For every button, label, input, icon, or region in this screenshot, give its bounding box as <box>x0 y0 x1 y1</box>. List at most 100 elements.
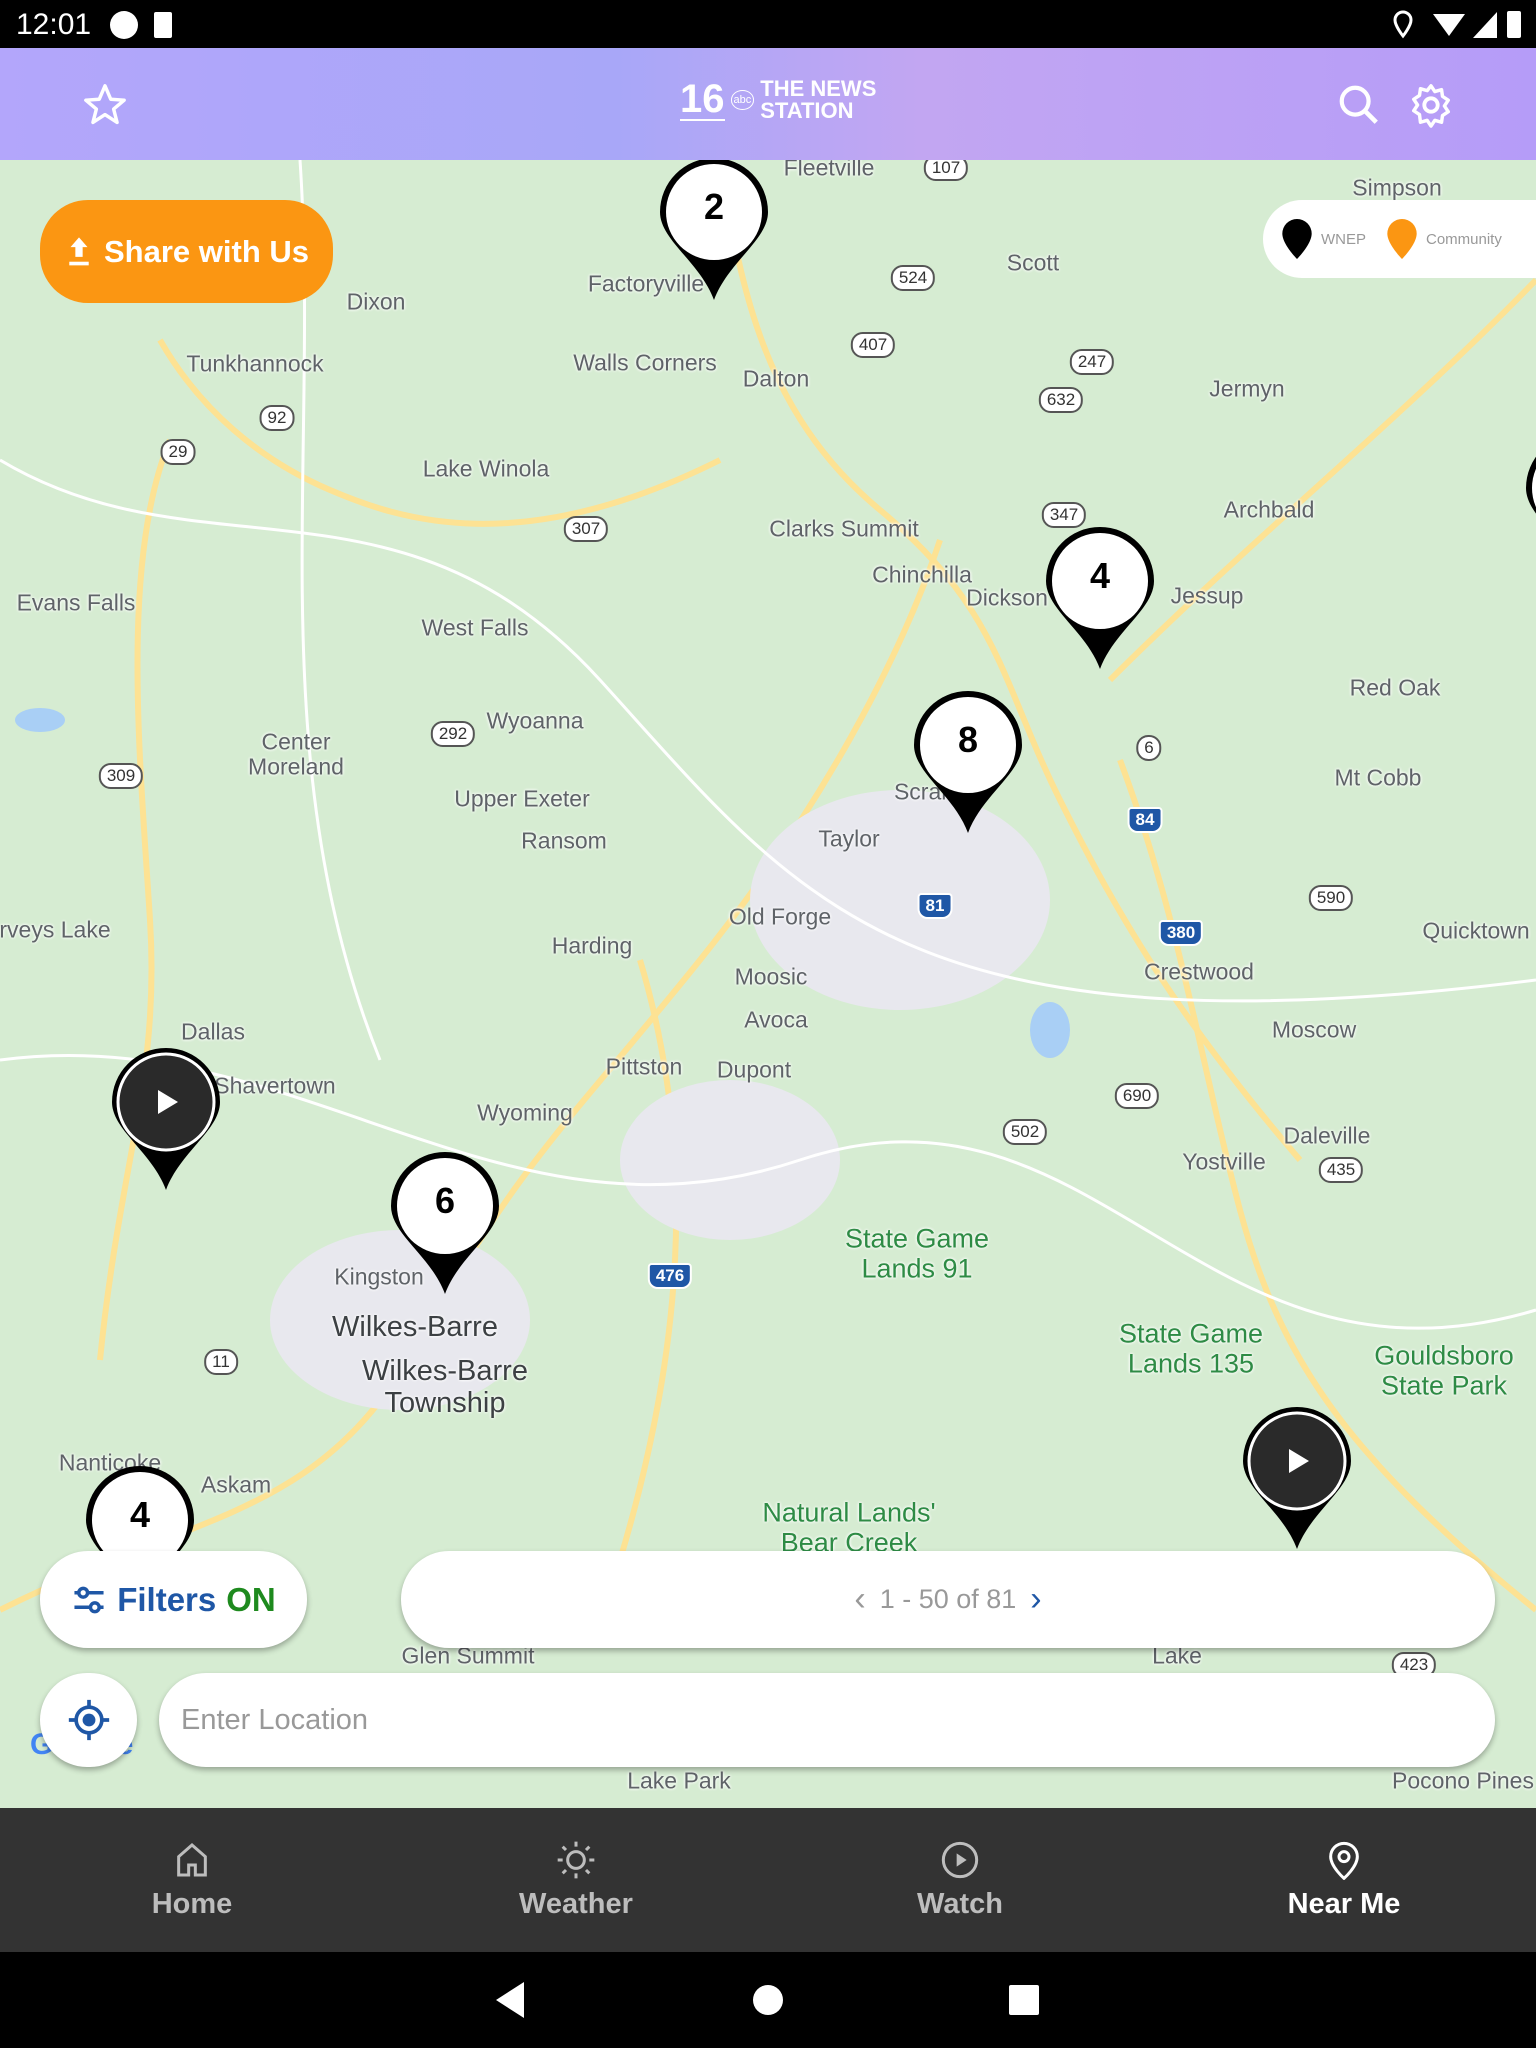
place-label: Taylor <box>818 825 880 852</box>
settings-gear-icon[interactable] <box>1408 82 1454 128</box>
tab-label: Weather <box>519 1887 633 1920</box>
tab-near-me[interactable]: Near Me <box>1152 1808 1536 1952</box>
place-label: Upper Exeter <box>454 785 590 812</box>
pagination-bar: ‹ 1 - 50 of 81 › <box>401 1551 1495 1648</box>
status-bar: 12:01 <box>0 0 1536 48</box>
next-page-chevron-icon[interactable]: › <box>1030 1580 1041 1619</box>
place-label: Dallas <box>181 1018 245 1045</box>
place-label: Wyoanna <box>486 707 584 734</box>
map-legend: WNEP Community <box>1263 200 1536 278</box>
place-label: Dixon <box>346 288 406 315</box>
place-label: Fleetville <box>783 160 875 181</box>
cluster-count: 2 <box>703 186 725 227</box>
place-label: Shavertown <box>214 1072 336 1099</box>
place-label: Simpson <box>1352 174 1442 201</box>
app-header: 16 abc THE NEWS STATION <box>0 48 1536 160</box>
cluster-count: 4 <box>129 1494 151 1535</box>
place-label: Mt Cobb <box>1334 764 1422 791</box>
place-label: Crestwood <box>1144 958 1254 985</box>
place-label: Pocono Pines <box>1392 1767 1534 1794</box>
place-label: Avoca <box>744 1006 808 1033</box>
share-with-us-button[interactable]: Share with Us <box>40 200 333 303</box>
cluster-marker[interactable]: 2 <box>656 160 772 304</box>
map-view[interactable]: Fleetville Simpson Scott Factoryville Dixon T… <box>0 160 1536 1808</box>
community-pin-icon <box>1387 219 1417 259</box>
route-shield: 6 <box>1136 735 1162 761</box>
my-location-button[interactable] <box>40 1673 137 1767</box>
place-label: Moosic <box>734 963 808 990</box>
route-shield: 247 <box>1069 349 1115 375</box>
video-marker[interactable] <box>108 1044 224 1194</box>
tab-label: Home <box>151 1887 233 1920</box>
place-label: West Falls <box>421 614 529 641</box>
place-label: Wyoming <box>477 1099 573 1126</box>
place-label: rveys Lake <box>0 916 111 943</box>
place-label: Daleville <box>1283 1122 1371 1149</box>
tab-weather[interactable]: Weather <box>384 1808 768 1952</box>
filters-state: ON <box>226 1580 276 1618</box>
interstate-shield: 84 <box>1127 807 1163 833</box>
place-label: Quicktown <box>1422 917 1530 944</box>
place-label: Jessup <box>1170 582 1244 609</box>
route-shield: 632 <box>1038 387 1084 413</box>
park-label: State Game Lands 135 <box>1118 1318 1264 1378</box>
route-shield: 590 <box>1308 885 1354 911</box>
crosshair-location-icon <box>68 1699 109 1741</box>
play-circle-icon <box>941 1841 979 1878</box>
back-icon[interactable] <box>494 1980 526 2020</box>
bottom-navigation: Home Weather Watch Near Me <box>0 1808 1536 1952</box>
tab-home[interactable]: Home <box>0 1808 384 1952</box>
prev-page-chevron-icon[interactable]: ‹ <box>854 1580 865 1619</box>
legend-community: Community <box>1426 230 1502 248</box>
place-label: Askam <box>200 1471 272 1498</box>
home-icon <box>177 1842 207 1876</box>
location-pin-icon <box>1329 1841 1359 1880</box>
cluster-marker[interactable]: 8 <box>910 687 1026 837</box>
interstate-shield: 81 <box>917 893 953 919</box>
interstate-shield: 476 <box>647 1263 693 1289</box>
home-circle-icon[interactable] <box>752 1984 784 2016</box>
system-status-icons <box>1393 10 1521 39</box>
place-label: Chinchilla <box>872 561 972 588</box>
place-label: Clarks Summit <box>769 515 919 542</box>
cluster-count: 6 <box>434 1180 456 1221</box>
route-shield: 690 <box>1114 1083 1160 1109</box>
sliders-icon <box>74 1586 104 1613</box>
filters-button[interactable]: Filters ON <box>40 1551 307 1648</box>
route-shield: 407 <box>850 332 896 358</box>
cluster-marker[interactable]: 6 <box>387 1148 503 1298</box>
route-shield: 309 <box>98 763 144 789</box>
city-label: Wilkes-Barre Township <box>362 1355 528 1419</box>
place-label: Dalton <box>742 365 810 392</box>
park-label: State Game Lands 91 <box>844 1223 990 1283</box>
offscreen-marker[interactable] <box>1522 430 1536 580</box>
tab-watch[interactable]: Watch <box>768 1808 1152 1952</box>
cluster-marker[interactable]: 4 <box>1042 523 1158 673</box>
video-marker[interactable] <box>1239 1403 1355 1553</box>
cluster-count: 4 <box>1089 555 1111 596</box>
route-shield: 292 <box>430 721 476 747</box>
place-label: Lake Park <box>627 1767 731 1794</box>
place-label: Evans Falls <box>16 589 136 616</box>
place-label: Red Oak <box>1349 674 1441 701</box>
sun-icon <box>557 1841 595 1878</box>
route-shield: 524 <box>890 265 936 291</box>
share-label: Share with Us <box>104 233 309 269</box>
system-navigation-bar <box>0 1952 1536 2048</box>
tab-label: Watch <box>917 1887 1003 1920</box>
route-shield: 107 <box>923 160 969 181</box>
station-logo: 16 abc THE NEWS STATION <box>680 76 877 123</box>
interstate-shield: 380 <box>1158 920 1204 946</box>
route-shield: 307 <box>563 516 609 542</box>
park-label: Gouldsboro State Park <box>1374 1340 1514 1400</box>
tab-label: Near Me <box>1287 1887 1401 1920</box>
pagination-text: 1 - 50 of 81 <box>879 1584 1017 1614</box>
wnep-pin-icon <box>1282 219 1312 259</box>
location-input[interactable] <box>159 1673 1495 1767</box>
place-label: Walls Corners <box>573 349 717 376</box>
favorite-star-icon[interactable] <box>82 82 128 128</box>
route-shield: 435 <box>1318 1157 1364 1183</box>
recents-square-icon[interactable] <box>1008 1984 1040 2016</box>
route-shield: 502 <box>1002 1119 1048 1145</box>
search-icon[interactable] <box>1336 82 1382 128</box>
